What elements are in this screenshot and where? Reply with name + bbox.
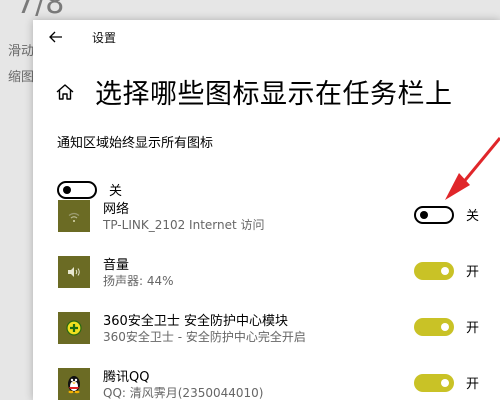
page-header: 选择哪些图标显示在任务栏上 [53,72,453,111]
toggle-knob [441,378,449,387]
back-arrow-icon [49,31,62,43]
app-setting: 开 [414,373,479,392]
speaker-icon [58,256,90,288]
app-name: 360安全卫士 安全防护中心模块 [103,314,288,329]
window-title: 设置 [92,31,117,45]
qq-toggle[interactable] [414,373,454,392]
wifi-icon [58,200,90,232]
always-show-setting: 关 [57,180,122,199]
toggle-knob [63,185,71,194]
app-name: 腾讯QQ [103,370,150,385]
360-shield-icon [58,312,90,344]
app-row-360: 360安全卫士 安全防护中心模块 360安全卫士 - 安全防护中心完全开启 开 [55,312,500,362]
app-row-qq: 腾讯QQ QQ: 清风霁月(2350044010) 开 [55,368,500,400]
volume-toggle[interactable] [414,261,454,280]
background-text-2: 缩图 [8,70,35,85]
app-setting: 开 [414,261,479,280]
toggle-knob [441,322,449,331]
toggle-knob [441,266,449,275]
app-subtitle: 360安全卫士 - 安全防护中心完全开启 [103,330,306,344]
app-row-network: 网络 TP-LINK_2102 Internet 访问 关 [55,200,500,250]
always-show-label: 通知区域始终显示所有图标 [57,136,214,151]
app-setting: 关 [414,205,479,224]
app-row-volume: 音量 扬声器: 44% 开 [55,256,500,306]
network-state: 关 [466,209,480,224]
app-subtitle: TP-LINK_2102 Internet 访问 [103,218,265,232]
app-setting: 开 [414,317,479,336]
back-button[interactable] [45,26,67,48]
app-name: 网络 [103,202,130,217]
always-show-toggle[interactable] [57,180,97,199]
qq-penguin-icon [58,368,90,400]
network-toggle[interactable] [414,205,454,224]
background-number: 7/8 [16,0,65,21]
title-bar: 设置 [33,20,500,54]
background-text-1: 滑动 [8,44,35,59]
toggle-knob [420,210,428,219]
app-subtitle: QQ: 清风霁月(2350044010) [103,386,264,400]
settings-window: 设置 选择哪些图标显示在任务栏上 通知区域始终显示所有图标 关 网络 TP-LI… [33,20,500,400]
volume-state: 开 [466,265,480,280]
app-subtitle: 扬声器: 44% [103,274,174,288]
360-state: 开 [466,321,480,336]
home-icon[interactable] [53,80,77,104]
qq-state: 开 [466,377,480,392]
page-title: 选择哪些图标显示在任务栏上 [95,79,453,110]
360-toggle[interactable] [414,317,454,336]
always-show-state: 关 [109,184,123,199]
app-name: 音量 [103,258,130,273]
